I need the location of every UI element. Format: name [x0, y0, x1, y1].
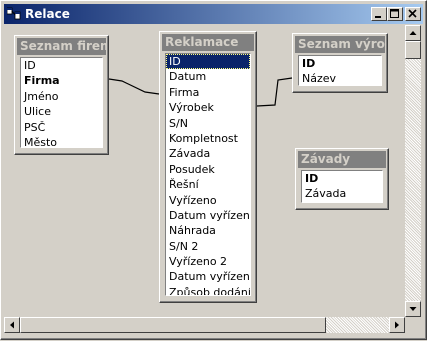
vertical-scrollbar[interactable]	[405, 25, 421, 317]
arrow-right-icon	[395, 321, 399, 329]
size-grip[interactable]	[405, 317, 421, 333]
relationships-window: Relace Seznam firem ID Firma Jméno Ulice…	[0, 0, 427, 340]
arrow-up-icon	[409, 31, 417, 35]
scroll-down-button[interactable]	[405, 301, 421, 317]
scroll-left-button[interactable]	[4, 317, 20, 333]
scroll-up-button[interactable]	[405, 25, 421, 41]
arrow-down-icon	[409, 307, 417, 311]
relation-firmy-reklamace	[108, 78, 160, 95]
vertical-scroll-thumb[interactable]	[405, 41, 421, 59]
arrow-left-icon	[10, 321, 14, 329]
scroll-right-button[interactable]	[389, 317, 405, 333]
relationship-lines	[108, 77, 293, 107]
horizontal-scroll-thumb[interactable]	[20, 317, 326, 333]
relation-vyrobky-reklamace	[256, 77, 293, 107]
